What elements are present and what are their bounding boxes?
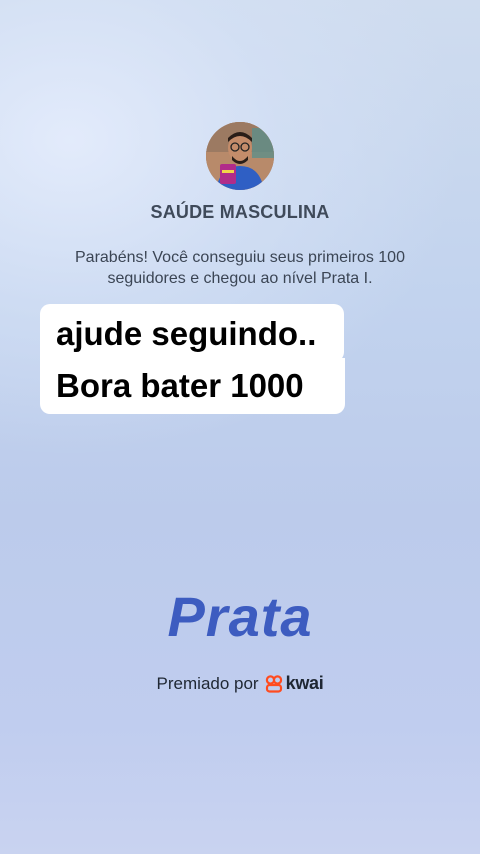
awarded-by-text: Premiado por <box>156 673 259 693</box>
overlay-text-line-2: Bora bater 1000 <box>40 358 345 414</box>
overlay-text-line-1: ajude seguindo.. <box>40 304 344 362</box>
congratulations-message: Parabéns! Você conseguiu seus primeiros … <box>75 249 405 287</box>
kwai-logo-icon <box>265 674 282 693</box>
person-photo <box>206 122 274 190</box>
profile-name: SAÚDE MASCULINA <box>150 202 330 222</box>
awarded-by-footer: Premiado por kwai <box>0 673 480 694</box>
kwai-brand: kwai <box>265 673 324 694</box>
tier-label: Prata <box>167 585 313 648</box>
kwai-brand-text: kwai <box>285 673 324 693</box>
profile-avatar[interactable] <box>206 122 274 190</box>
